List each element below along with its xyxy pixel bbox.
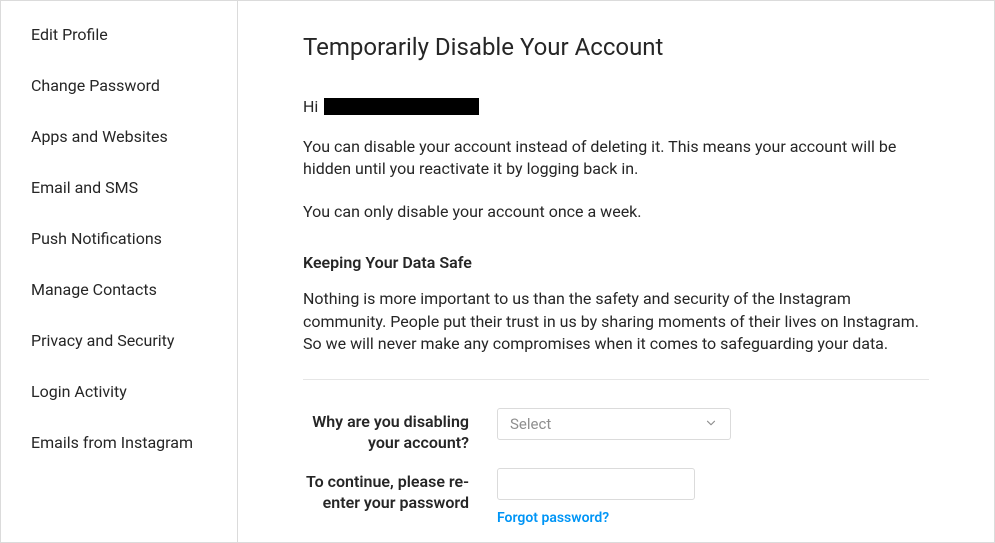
forgot-password-link[interactable]: Forgot password? xyxy=(497,510,695,526)
sidebar-item-login-activity[interactable]: Login Activity xyxy=(1,366,237,417)
sidebar-item-apps-websites[interactable]: Apps and Websites xyxy=(1,111,237,162)
sidebar-item-push-notifications[interactable]: Push Notifications xyxy=(1,213,237,264)
disable-description-1: You can disable your account instead of … xyxy=(303,136,929,181)
page-title: Temporarily Disable Your Account xyxy=(303,33,929,61)
disable-description-2: You can only disable your account once a… xyxy=(303,201,929,223)
password-row: To continue, please re-enter your passwo… xyxy=(303,468,929,526)
reason-select[interactable]: Select xyxy=(497,408,731,440)
sidebar-item-emails-instagram[interactable]: Emails from Instagram xyxy=(1,417,237,468)
data-safe-heading: Keeping Your Data Safe xyxy=(303,253,929,272)
password-input[interactable] xyxy=(497,468,695,500)
greeting-prefix: Hi xyxy=(303,97,318,116)
sidebar-item-privacy-security[interactable]: Privacy and Security xyxy=(1,315,237,366)
data-safe-paragraph: Nothing is more important to us than the… xyxy=(303,288,929,355)
settings-container: Edit Profile Change Password Apps and We… xyxy=(0,0,995,543)
section-divider xyxy=(303,379,929,380)
sidebar-item-email-sms[interactable]: Email and SMS xyxy=(1,162,237,213)
reason-row: Why are you disabling your account? Sele… xyxy=(303,408,929,454)
redacted-username xyxy=(324,98,479,115)
sidebar-item-edit-profile[interactable]: Edit Profile xyxy=(1,9,237,60)
sidebar-item-change-password[interactable]: Change Password xyxy=(1,60,237,111)
main-content: Temporarily Disable Your Account Hi You … xyxy=(238,1,994,542)
chevron-down-icon xyxy=(704,415,718,434)
reason-select-value: Select xyxy=(510,415,704,433)
password-label: To continue, please re-enter your passwo… xyxy=(303,468,497,514)
settings-sidebar: Edit Profile Change Password Apps and We… xyxy=(1,1,238,542)
reason-label: Why are you disabling your account? xyxy=(303,408,497,454)
sidebar-item-manage-contacts[interactable]: Manage Contacts xyxy=(1,264,237,315)
greeting-row: Hi xyxy=(303,97,929,116)
